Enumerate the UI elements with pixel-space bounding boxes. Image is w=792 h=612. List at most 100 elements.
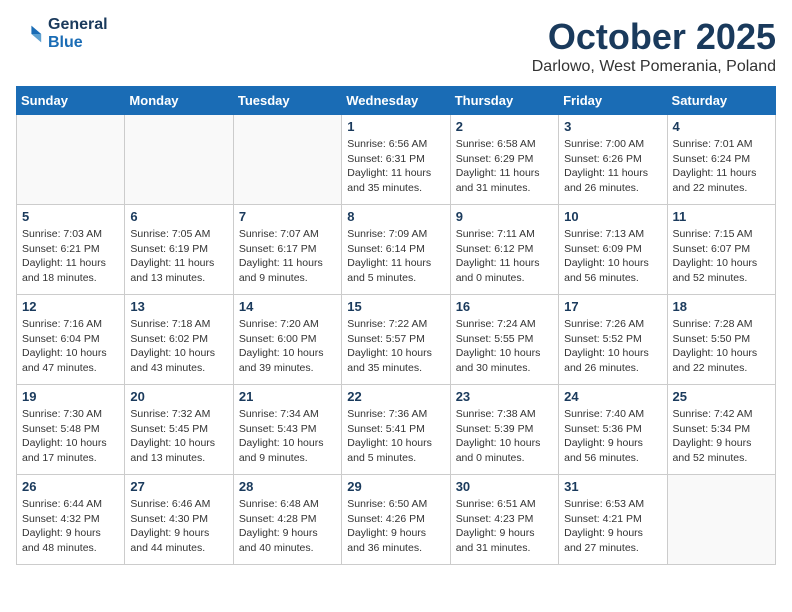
calendar-cell — [17, 115, 125, 205]
day-number: 6 — [130, 209, 227, 224]
calendar-cell — [233, 115, 341, 205]
weekday-header: Sunday — [17, 87, 125, 115]
day-number: 19 — [22, 389, 119, 404]
calendar-cell: 27 Sunrise: 6:46 AM Sunset: 4:30 PM Dayli… — [125, 475, 233, 565]
day-number: 13 — [130, 299, 227, 314]
day-info: Sunrise: 7:34 AM Sunset: 5:43 PM Dayligh… — [239, 407, 336, 466]
day-info: Sunrise: 7:28 AM Sunset: 5:50 PM Dayligh… — [673, 317, 770, 376]
day-info: Sunrise: 7:38 AM Sunset: 5:39 PM Dayligh… — [456, 407, 553, 466]
day-info: Sunrise: 6:44 AM Sunset: 4:32 PM Dayligh… — [22, 497, 119, 556]
day-info: Sunrise: 7:20 AM Sunset: 6:00 PM Dayligh… — [239, 317, 336, 376]
week-row: 19 Sunrise: 7:30 AM Sunset: 5:48 PM Dayli… — [17, 385, 776, 475]
calendar-cell — [125, 115, 233, 205]
day-number: 7 — [239, 209, 336, 224]
logo-text: General Blue — [48, 16, 108, 52]
calendar-cell: 31Sunrise: 6:53 AM Sunset: 4:21 PM Dayli… — [559, 475, 667, 565]
day-info: Sunrise: 7:00 AM Sunset: 6:26 PM Dayligh… — [564, 137, 661, 196]
calendar-cell: 6Sunrise: 7:05 AM Sunset: 6:19 PM Daylig… — [125, 205, 233, 295]
week-row: 5 Sunrise: 7:03 AM Sunset: 6:21 PM Daylig… — [17, 205, 776, 295]
day-info: Sunrise: 6:46 AM Sunset: 4:30 PM Dayligh… — [130, 497, 227, 556]
week-row: 12Sunrise: 7:16 AM Sunset: 6:04 PM Dayli… — [17, 295, 776, 385]
weekday-header: Tuesday — [233, 87, 341, 115]
calendar-cell: 15Sunrise: 7:22 AM Sunset: 5:57 PM Dayli… — [342, 295, 450, 385]
calendar-cell: 23Sunrise: 7:38 AM Sunset: 5:39 PM Dayli… — [450, 385, 558, 475]
title-area: October 2025 Darlowo, West Pomerania, Po… — [532, 16, 776, 76]
day-info: Sunrise: 6:51 AM Sunset: 4:23 PM Dayligh… — [456, 497, 553, 556]
day-number: 16 — [456, 299, 553, 314]
day-number: 21 — [239, 389, 336, 404]
day-info: Sunrise: 7:13 AM Sunset: 6:09 PM Dayligh… — [564, 227, 661, 286]
calendar-cell: 24Sunrise: 7:40 AM Sunset: 5:36 PM Dayli… — [559, 385, 667, 475]
day-info: Sunrise: 7:09 AM Sunset: 6:14 PM Dayligh… — [347, 227, 444, 286]
day-info: Sunrise: 7:11 AM Sunset: 6:12 PM Dayligh… — [456, 227, 553, 286]
calendar-cell: 2 Sunrise: 6:58 AM Sunset: 6:29 PM Daylig… — [450, 115, 558, 205]
day-number: 14 — [239, 299, 336, 314]
calendar-cell: 25Sunrise: 7:42 AM Sunset: 5:34 PM Dayli… — [667, 385, 775, 475]
calendar-cell: 19 Sunrise: 7:30 AM Sunset: 5:48 PM Dayli… — [17, 385, 125, 475]
weekday-header: Wednesday — [342, 87, 450, 115]
day-info: Sunrise: 7:15 AM Sunset: 6:07 PM Dayligh… — [673, 227, 770, 286]
day-number: 20 — [130, 389, 227, 404]
day-info: Sunrise: 7:03 AM Sunset: 6:21 PM Dayligh… — [22, 227, 119, 286]
day-number: 30 — [456, 479, 553, 494]
location-title: Darlowo, West Pomerania, Poland — [532, 58, 776, 76]
calendar-cell — [667, 475, 775, 565]
weekday-header: Thursday — [450, 87, 558, 115]
day-number: 11 — [673, 209, 770, 224]
calendar-cell: 29 Sunrise: 6:50 AM Sunset: 4:26 PM Dayli… — [342, 475, 450, 565]
day-number: 18 — [673, 299, 770, 314]
day-number: 5 — [22, 209, 119, 224]
week-row: 1Sunrise: 6:56 AM Sunset: 6:31 PM Daylig… — [17, 115, 776, 205]
calendar-cell: 17 Sunrise: 7:26 AM Sunset: 5:52 PM Dayli… — [559, 295, 667, 385]
day-info: Sunrise: 7:26 AM Sunset: 5:52 PM Dayligh… — [564, 317, 661, 376]
calendar-cell: 7 Sunrise: 7:07 AM Sunset: 6:17 PM Daylig… — [233, 205, 341, 295]
day-info: Sunrise: 6:58 AM Sunset: 6:29 PM Dayligh… — [456, 137, 553, 196]
day-number: 27 — [130, 479, 227, 494]
weekday-header: Friday — [559, 87, 667, 115]
day-number: 28 — [239, 479, 336, 494]
calendar-cell: 1Sunrise: 6:56 AM Sunset: 6:31 PM Daylig… — [342, 115, 450, 205]
calendar-cell: 14 Sunrise: 7:20 AM Sunset: 6:00 PM Dayli… — [233, 295, 341, 385]
day-number: 26 — [22, 479, 119, 494]
weekday-header: Saturday — [667, 87, 775, 115]
day-info: Sunrise: 6:53 AM Sunset: 4:21 PM Dayligh… — [564, 497, 661, 556]
calendar-cell: 5 Sunrise: 7:03 AM Sunset: 6:21 PM Daylig… — [17, 205, 125, 295]
calendar-cell: 28 Sunrise: 6:48 AM Sunset: 4:28 PM Dayli… — [233, 475, 341, 565]
day-info: Sunrise: 7:42 AM Sunset: 5:34 PM Dayligh… — [673, 407, 770, 466]
day-number: 3 — [564, 119, 661, 134]
month-title: October 2025 — [532, 16, 776, 58]
calendar-cell: 18 Sunrise: 7:28 AM Sunset: 5:50 PM Dayli… — [667, 295, 775, 385]
calendar-cell: 30 Sunrise: 6:51 AM Sunset: 4:23 PM Dayli… — [450, 475, 558, 565]
day-info: Sunrise: 7:40 AM Sunset: 5:36 PM Dayligh… — [564, 407, 661, 466]
calendar-cell: 9Sunrise: 7:11 AM Sunset: 6:12 PM Daylig… — [450, 205, 558, 295]
calendar-header-row: SundayMondayTuesdayWednesdayThursdayFrid… — [17, 87, 776, 115]
day-number: 2 — [456, 119, 553, 134]
day-info: Sunrise: 7:32 AM Sunset: 5:45 PM Dayligh… — [130, 407, 227, 466]
logo-icon — [16, 20, 44, 48]
calendar-cell: 3 Sunrise: 7:00 AM Sunset: 6:26 PM Daylig… — [559, 115, 667, 205]
day-number: 17 — [564, 299, 661, 314]
day-info: Sunrise: 7:30 AM Sunset: 5:48 PM Dayligh… — [22, 407, 119, 466]
page-header: General Blue October 2025 Darlowo, West … — [16, 16, 776, 76]
day-info: Sunrise: 7:01 AM Sunset: 6:24 PM Dayligh… — [673, 137, 770, 196]
calendar-cell: 20 Sunrise: 7:32 AM Sunset: 5:45 PM Dayli… — [125, 385, 233, 475]
day-info: Sunrise: 6:50 AM Sunset: 4:26 PM Dayligh… — [347, 497, 444, 556]
day-info: Sunrise: 7:18 AM Sunset: 6:02 PM Dayligh… — [130, 317, 227, 376]
calendar-cell: 22Sunrise: 7:36 AM Sunset: 5:41 PM Dayli… — [342, 385, 450, 475]
day-number: 12 — [22, 299, 119, 314]
day-info: Sunrise: 6:48 AM Sunset: 4:28 PM Dayligh… — [239, 497, 336, 556]
day-number: 15 — [347, 299, 444, 314]
day-number: 29 — [347, 479, 444, 494]
calendar-cell: 12Sunrise: 7:16 AM Sunset: 6:04 PM Dayli… — [17, 295, 125, 385]
day-number: 10 — [564, 209, 661, 224]
logo: General Blue — [16, 16, 108, 52]
calendar: SundayMondayTuesdayWednesdayThursdayFrid… — [16, 86, 776, 565]
day-number: 22 — [347, 389, 444, 404]
day-info: Sunrise: 7:24 AM Sunset: 5:55 PM Dayligh… — [456, 317, 553, 376]
day-info: Sunrise: 7:07 AM Sunset: 6:17 PM Dayligh… — [239, 227, 336, 286]
calendar-cell: 21 Sunrise: 7:34 AM Sunset: 5:43 PM Dayli… — [233, 385, 341, 475]
day-info: Sunrise: 6:56 AM Sunset: 6:31 PM Dayligh… — [347, 137, 444, 196]
calendar-body: 1Sunrise: 6:56 AM Sunset: 6:31 PM Daylig… — [17, 115, 776, 565]
calendar-cell: 16 Sunrise: 7:24 AM Sunset: 5:55 PM Dayli… — [450, 295, 558, 385]
calendar-cell: 10 Sunrise: 7:13 AM Sunset: 6:09 PM Dayli… — [559, 205, 667, 295]
